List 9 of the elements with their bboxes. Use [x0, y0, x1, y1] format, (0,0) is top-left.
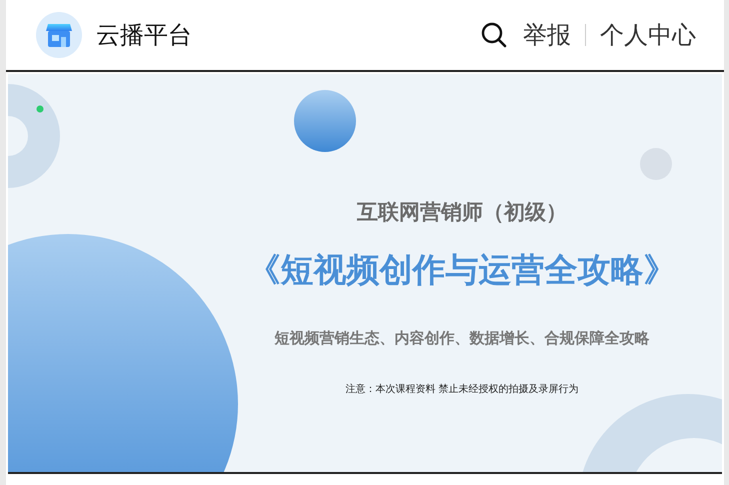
app-title: 云播平台: [96, 20, 193, 51]
search-icon[interactable]: [481, 22, 507, 48]
slide-subtitle: 短视频营销生态、内容创作、数据增长、合规保障全攻略: [274, 329, 650, 348]
nav-link[interactable]: 举报: [523, 19, 571, 51]
nav-link[interactable]: 个人中心: [600, 19, 696, 51]
slide-kicker: 互联网营销师（初级）: [357, 199, 567, 226]
storefront-icon: [45, 21, 73, 49]
slide-notice: 注意：本次课程资料 禁止未经授权的拍摄及录屏行为: [345, 382, 579, 396]
slide-title: 《短视频创作与运营全攻略》: [248, 249, 676, 291]
